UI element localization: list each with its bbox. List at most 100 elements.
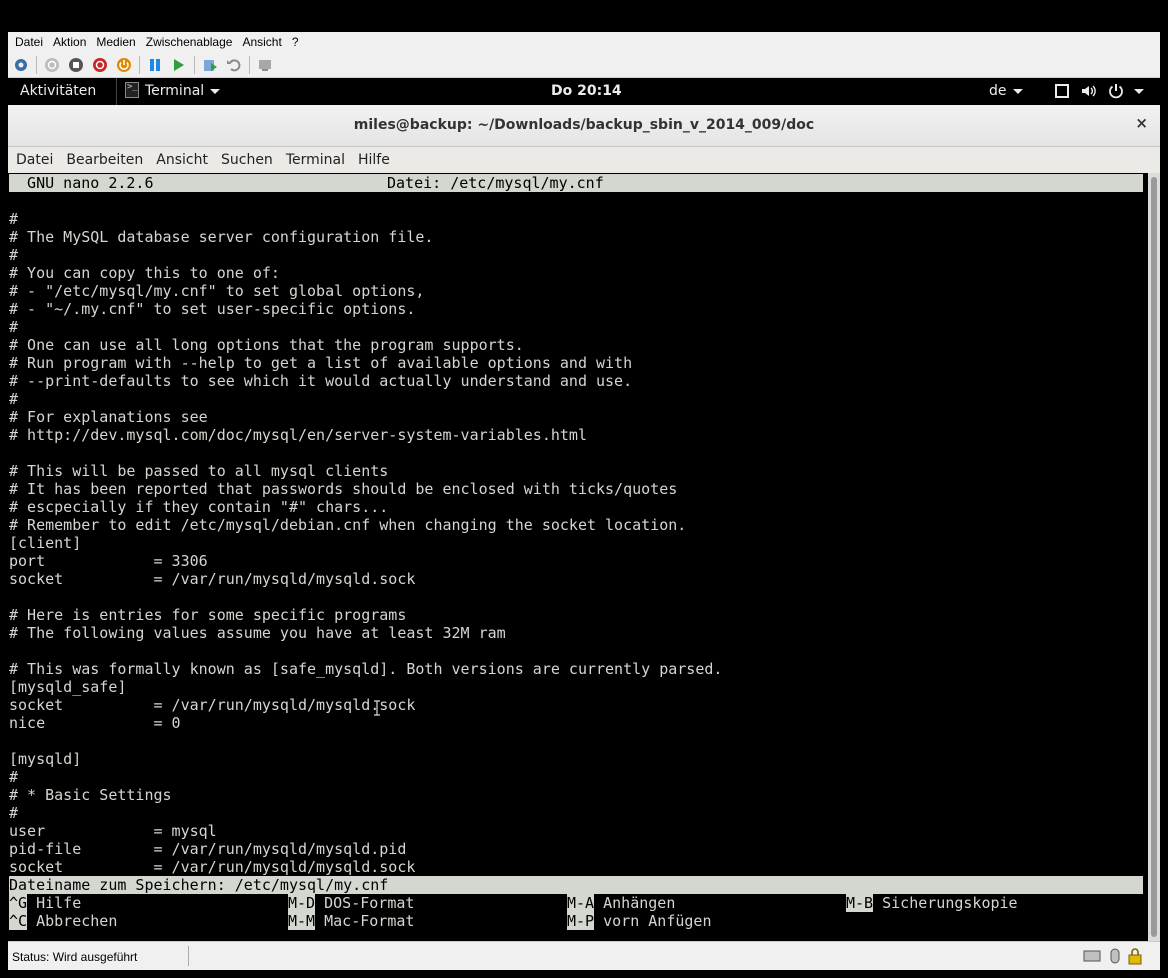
editor-line[interactable]: # This will be passed to all mysql clien… (9, 462, 1143, 480)
editor-line[interactable]: nice = 0 (9, 714, 1143, 732)
editor-line[interactable]: # (9, 768, 1143, 786)
editor-line[interactable] (9, 444, 1143, 462)
host-menu-ansicht[interactable]: Ansicht (239, 35, 288, 49)
shortcut-label: vorn Anfügen (594, 912, 712, 930)
shortcut-key: ^G (9, 894, 28, 912)
editor-line[interactable] (9, 588, 1143, 606)
revert-icon[interactable] (225, 56, 243, 74)
mouse-icon (1110, 948, 1120, 964)
editor-line[interactable]: # http://dev.mysql.com/doc/mysql/en/serv… (9, 426, 1143, 444)
app-menu-terminal[interactable]: >_ Terminal (116, 78, 230, 105)
editor-line[interactable]: # (9, 804, 1143, 822)
shortcut-key: M-B (846, 894, 874, 912)
power-icon[interactable] (115, 56, 133, 74)
editor-line[interactable]: # --print-defaults to see which it would… (9, 372, 1143, 390)
scrollbar-thumb[interactable] (1151, 177, 1157, 937)
editor-line[interactable]: user = mysql (9, 822, 1143, 840)
editor-line[interactable] (9, 192, 1143, 210)
editor-line[interactable]: [client] (9, 534, 1143, 552)
editor-line[interactable]: # (9, 318, 1143, 336)
editor-line[interactable]: # This was formally known as [safe_mysql… (9, 660, 1143, 678)
window-icon[interactable] (1054, 83, 1070, 99)
play-icon[interactable] (170, 56, 188, 74)
close-icon[interactable]: × (1135, 114, 1148, 132)
nano-header: GNU nano 2.2.6 Datei: /etc/mysql/my.cnf (9, 174, 1143, 192)
editor-line[interactable]: # (9, 246, 1143, 264)
editor-line[interactable] (9, 642, 1143, 660)
editor-line[interactable]: [mysqld] (9, 750, 1143, 768)
checkpoint-icon[interactable] (201, 56, 219, 74)
editor-line[interactable]: # The following values assume you have a… (9, 624, 1143, 642)
terminal-menu-datei[interactable]: Datei (12, 152, 62, 168)
terminal-scrollbar[interactable] (1148, 173, 1160, 941)
activities-button[interactable]: Aktivitäten (20, 83, 96, 99)
host-menu-medien[interactable]: Medien (93, 35, 142, 49)
editor-line[interactable]: # The MySQL database server configuratio… (9, 228, 1143, 246)
terminal-titlebar[interactable]: miles@backup: ~/Downloads/backup_sbin_v_… (8, 105, 1160, 147)
shortcut-label: Sicherungskopie (873, 894, 1018, 912)
editor-line[interactable]: # - "/etc/mysql/my.cnf" to set global op… (9, 282, 1143, 300)
editor-line[interactable]: # * Basic Settings (9, 786, 1143, 804)
keyboard-layout-label: de (989, 83, 1007, 99)
lock-icon (1128, 948, 1142, 965)
chevron-down-icon (210, 88, 221, 94)
chevron-down-icon (1012, 88, 1023, 94)
clock[interactable]: Do 20:14 (551, 83, 622, 99)
host-menu-zwischenablage[interactable]: Zwischenablage (143, 35, 240, 49)
editor-line[interactable]: [mysqld_safe] (9, 678, 1143, 696)
nano-filename: Datei: /etc/mysql/my.cnf (387, 174, 604, 192)
editor-line[interactable]: # Here is entries for some specific prog… (9, 606, 1143, 624)
editor-line[interactable]: socket = /var/run/mysqld/mysqld.sock (9, 570, 1143, 588)
shortcut-item[interactable]: ^C Abbrechen (9, 912, 279, 930)
volume-icon[interactable] (1080, 83, 1096, 99)
shortcut-key: M-A (567, 894, 595, 912)
editor-line[interactable]: # For explanations see (9, 408, 1143, 426)
terminal-menu-suchen[interactable]: Suchen (217, 152, 282, 168)
terminal-menu-bearbeiten[interactable]: Bearbeiten (62, 152, 152, 168)
editor-line[interactable]: socket = /var/run/mysqld/mysqld.sock (9, 858, 1143, 876)
toolbar-separator (249, 55, 250, 74)
power-menu-icon[interactable] (1108, 83, 1124, 99)
shortcut-item[interactable]: M-M Mac-Format (288, 912, 558, 930)
shortcut-item[interactable]: M-B Sicherungskopie (846, 894, 1116, 912)
chevron-down-icon[interactable] (1134, 89, 1144, 94)
editor-line[interactable]: # Run program with --help to get a list … (9, 354, 1143, 372)
editor-line[interactable] (9, 732, 1143, 750)
save-filename-prompt[interactable]: Dateiname zum Speichern: /etc/mysql/my.c… (9, 876, 1143, 894)
editor-line[interactable]: socket = /var/run/mysqld/mysqld.sock (9, 696, 1143, 714)
editor-line[interactable]: # (9, 390, 1143, 408)
window-title: miles@backup: ~/Downloads/backup_sbin_v_… (353, 117, 815, 133)
shortcut-item[interactable]: M-A Anhängen (567, 894, 837, 912)
editor-line[interactable]: # Remember to edit /etc/mysql/debian.cnf… (9, 516, 1143, 534)
settings-icon[interactable] (12, 56, 30, 74)
host-menu-help[interactable]: ? (289, 35, 306, 49)
editor-line[interactable]: pid-file = /var/run/mysqld/mysqld.pid (9, 840, 1143, 858)
shortcut-item[interactable]: M-D DOS-Format (288, 894, 558, 912)
host-menu-aktion[interactable]: Aktion (50, 35, 93, 49)
shortcut-item[interactable]: M-P vorn Anfügen (567, 912, 837, 930)
shortcut-key: M-M (288, 912, 316, 930)
editor-line[interactable]: # It has been reported that passwords sh… (9, 480, 1143, 498)
terminal-app-icon: >_ (125, 82, 139, 98)
terminal-content[interactable]: GNU nano 2.2.6 Datei: /etc/mysql/my.cnf #… (8, 173, 1148, 941)
host-menu-datei[interactable]: Datei (12, 35, 50, 49)
shutdown-icon[interactable] (91, 56, 109, 74)
text-cursor-icon (374, 700, 380, 716)
vm-status: Status: Wird ausgeführt (12, 950, 138, 964)
editor-line[interactable]: # - "~/.my.cnf" to set user-specific opt… (9, 300, 1143, 318)
pause-icon[interactable] (146, 56, 164, 74)
editor-line[interactable]: # You can copy this to one of: (9, 264, 1143, 282)
terminal-menu-hilfe[interactable]: Hilfe (354, 152, 399, 168)
shortcut-item[interactable]: ^G Hilfe (9, 894, 279, 912)
editor-line[interactable]: # One can use all long options that the … (9, 336, 1143, 354)
shortcut-key: ^C (9, 912, 28, 930)
keyboard-layout-indicator[interactable]: de (989, 83, 1023, 99)
terminal-menu-ansicht[interactable]: Ansicht (152, 152, 217, 168)
editor-line[interactable]: # escpecially if they contain "#" chars.… (9, 498, 1143, 516)
editor-line[interactable]: # (9, 210, 1143, 228)
terminal-menu-terminal[interactable]: Terminal (282, 152, 354, 168)
enhanced-session-icon[interactable] (256, 56, 274, 74)
editor-line[interactable]: port = 3306 (9, 552, 1143, 570)
stop-icon[interactable] (67, 56, 85, 74)
power-off-gray-icon[interactable] (43, 56, 61, 74)
